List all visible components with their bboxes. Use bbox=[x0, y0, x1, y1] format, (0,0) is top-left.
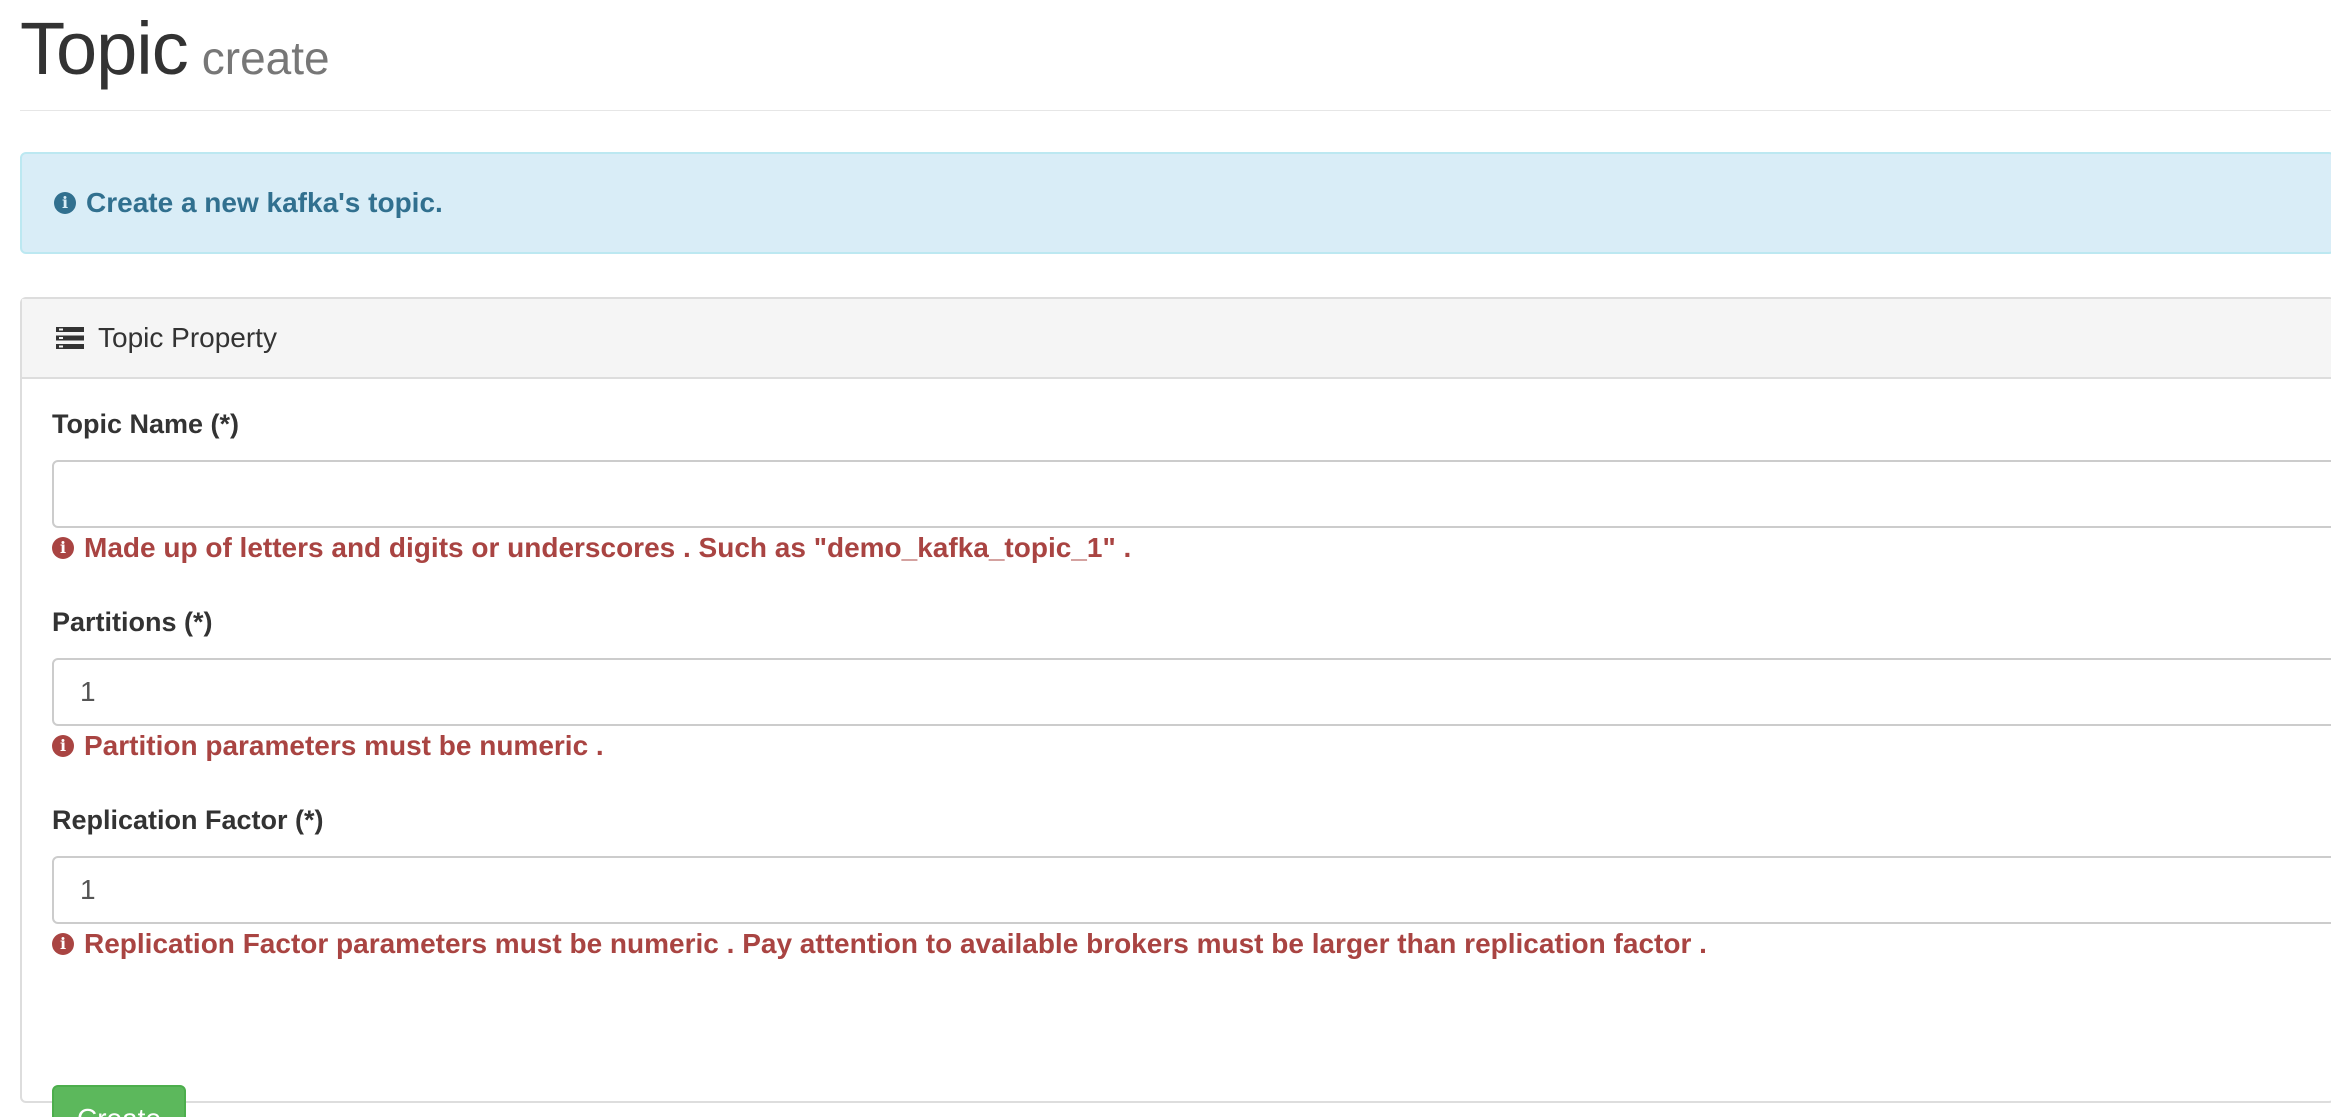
tasks-list-icon bbox=[56, 327, 84, 349]
page-header: Topic create bbox=[20, 0, 2331, 111]
topic-create-page: Topic create i Create a new kafka's topic… bbox=[0, 0, 2331, 1117]
partitions-label: Partitions (*) bbox=[52, 607, 213, 637]
topic-name-help: i Made up of letters and digits or under… bbox=[52, 532, 1131, 564]
page-title-text: Topic bbox=[20, 7, 189, 90]
info-circle-icon: i bbox=[52, 537, 74, 559]
panel-title: Topic Property bbox=[98, 322, 277, 353]
info-circle-icon: i bbox=[52, 933, 74, 955]
partitions-input[interactable] bbox=[52, 658, 2331, 726]
replication-factor-label: Replication Factor (*) bbox=[52, 805, 324, 835]
page-title: Topic create bbox=[20, 8, 330, 89]
topic-name-input[interactable] bbox=[52, 460, 2331, 528]
topic-name-label: Topic Name (*) bbox=[52, 409, 240, 439]
replication-factor-input[interactable] bbox=[52, 856, 2331, 924]
info-alert: i Create a new kafka's topic. bbox=[20, 152, 2331, 254]
create-button[interactable]: Create bbox=[52, 1085, 186, 1117]
info-circle-icon: i bbox=[54, 192, 76, 214]
page-subtitle: create bbox=[201, 32, 330, 84]
partitions-help: i Partition parameters must be numeric . bbox=[52, 730, 604, 762]
topic-name-help-text: Made up of letters and digits or undersc… bbox=[84, 532, 1132, 563]
panel-heading: Topic Property bbox=[22, 299, 2331, 379]
info-circle-icon: i bbox=[52, 735, 74, 757]
replication-factor-help-text: Replication Factor parameters must be nu… bbox=[84, 928, 1707, 959]
topic-property-panel: Topic Property Topic Name (*) i Made up … bbox=[20, 297, 2331, 1117]
info-alert-text: Create a new kafka's topic. bbox=[86, 187, 443, 218]
replication-factor-help: i Replication Factor parameters must be … bbox=[52, 928, 1707, 960]
partitions-help-text: Partition parameters must be numeric . bbox=[84, 730, 604, 761]
